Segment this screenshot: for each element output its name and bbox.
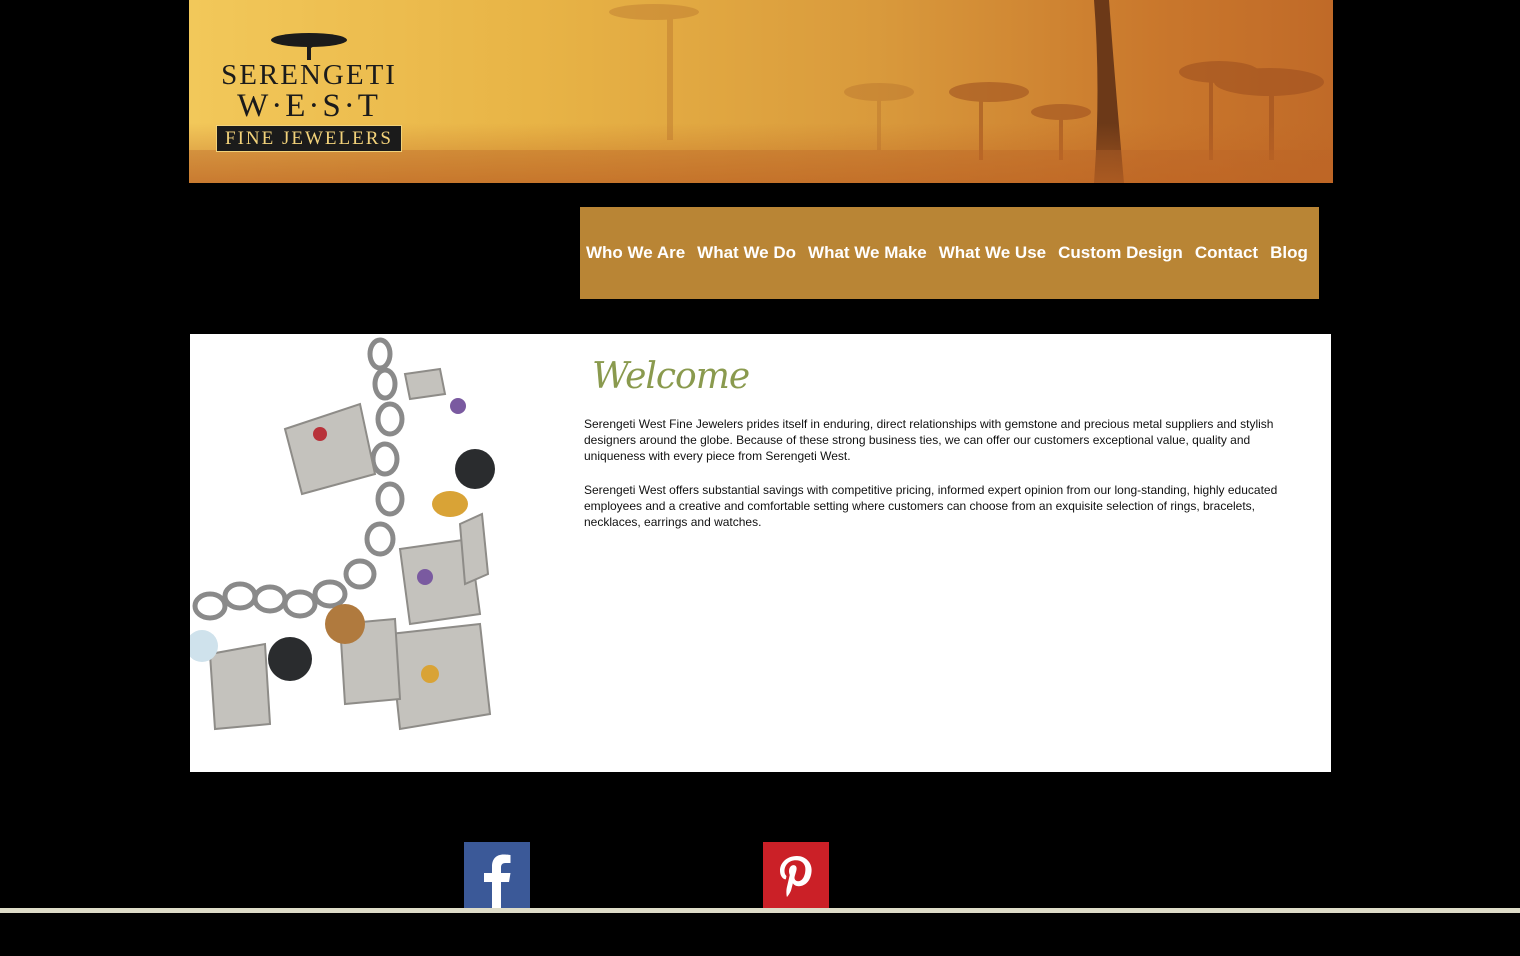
header-banner: SERENGETI W·E·S·T FINE JEWELERS [189,0,1333,183]
serengeti-west-logo[interactable]: SERENGETI W·E·S·T FINE JEWELERS [209,30,409,160]
pinterest-icon [780,856,812,897]
welcome-heading: Welcome [592,356,750,397]
footer-divider [0,908,1520,913]
nav-blog[interactable]: Blog [1270,243,1308,263]
logo-line-serengeti: SERENGETI [221,59,397,91]
nav-what-we-make[interactable]: What We Make [808,243,927,263]
nav-custom-design[interactable]: Custom Design [1058,243,1183,263]
main-navigation: Who We Are What We Do What We Make What … [580,207,1319,299]
acacia-tree-icon [271,33,347,60]
facebook-link[interactable] [464,842,530,908]
intro-paragraph-1: Serengeti West Fine Jewelers prides itse… [584,417,1274,463]
logo-line-fine-jewelers: FINE JEWELERS [216,125,402,152]
logo-line-west: W·E·S·T [237,88,381,124]
pinterest-link[interactable] [763,842,829,908]
page: SERENGETI W·E·S·T FINE JEWELERS Who We A… [0,0,1520,956]
charm-bracelet-image [190,337,495,731]
nav-what-we-use[interactable]: What We Use [939,243,1046,263]
main-content: Welcome Serengeti West Fine Jewelers pri… [190,334,1331,772]
nav-contact[interactable]: Contact [1195,243,1258,263]
nav-who-we-are[interactable]: Who We Are [586,243,685,263]
facebook-icon [484,854,511,908]
intro-paragraph-2: Serengeti West offers substantial saving… [584,483,1278,529]
nav-what-we-do[interactable]: What We Do [697,243,796,263]
